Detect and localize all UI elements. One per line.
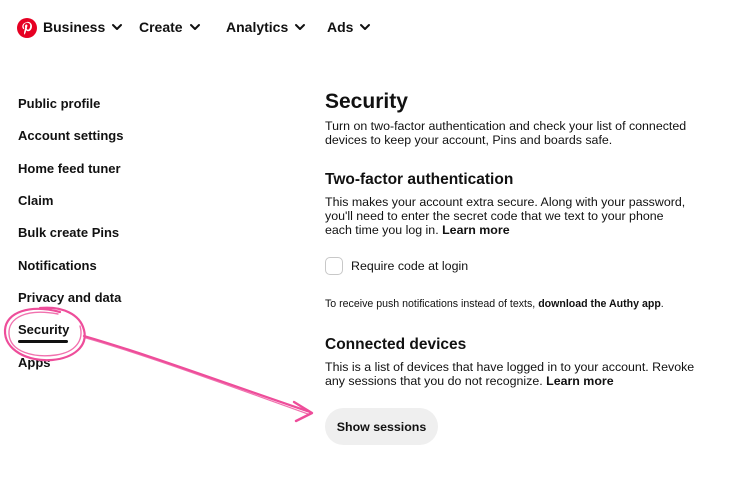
nav-ads[interactable]: Ads bbox=[327, 19, 371, 35]
chevron-down-icon bbox=[295, 24, 306, 30]
require-code-row[interactable]: Require code at login bbox=[325, 257, 468, 275]
sidebar-item-account-settings[interactable]: Account settings bbox=[18, 128, 123, 143]
security-intro: Turn on two-factor authentication and ch… bbox=[325, 119, 686, 147]
devices-line: any sessions that you do not recognize. bbox=[325, 374, 543, 388]
sidebar-item-claim[interactable]: Claim bbox=[18, 193, 53, 208]
sidebar-item-privacy-and-data[interactable]: Privacy and data bbox=[18, 290, 121, 305]
nav-analytics[interactable]: Analytics bbox=[226, 19, 306, 35]
two-factor-line: This makes your account extra secure. Al… bbox=[325, 195, 686, 209]
two-factor-line: you'll need to enter the secret code tha… bbox=[325, 209, 664, 223]
devices-line: This is a list of devices that have logg… bbox=[325, 360, 695, 374]
nav-create-label: Create bbox=[139, 19, 183, 35]
intro-line: Turn on two-factor authentication and ch… bbox=[325, 119, 687, 133]
nav-analytics-label: Analytics bbox=[226, 19, 289, 35]
chevron-down-icon bbox=[360, 24, 371, 30]
two-factor-learn-more-link[interactable]: Learn more bbox=[442, 223, 509, 237]
annotation-arrowhead bbox=[292, 400, 314, 423]
authy-text: To receive push notifications instead of… bbox=[325, 298, 536, 310]
connected-devices-description: This is a list of devices that have logg… bbox=[325, 360, 694, 388]
nav-ads-label: Ads bbox=[327, 19, 354, 35]
intro-line: devices to keep your account, Pins and b… bbox=[325, 133, 613, 147]
chevron-down-icon bbox=[189, 24, 200, 30]
two-factor-description: This makes your account extra secure. Al… bbox=[325, 195, 685, 237]
authy-end: . bbox=[660, 298, 664, 310]
sidebar-item-public-profile[interactable]: Public profile bbox=[18, 96, 100, 111]
devices-learn-more-link[interactable]: Learn more bbox=[546, 374, 613, 388]
annotation-arrow-line bbox=[82, 334, 312, 414]
require-code-label: Require code at login bbox=[351, 259, 469, 273]
chevron-down-icon bbox=[112, 24, 123, 30]
two-factor-heading: Two-factor authentication bbox=[325, 171, 514, 188]
require-code-checkbox[interactable] bbox=[325, 257, 343, 275]
two-factor-line: each time you log in. bbox=[325, 223, 439, 237]
connected-devices-heading: Connected devices bbox=[325, 336, 467, 353]
pinterest-logo-icon[interactable] bbox=[17, 18, 37, 38]
nav-create[interactable]: Create bbox=[139, 19, 201, 35]
active-tab-indicator bbox=[18, 340, 68, 343]
sidebar-item-home-feed-tuner[interactable]: Home feed tuner bbox=[18, 161, 121, 176]
sidebar-item-apps[interactable]: Apps bbox=[18, 355, 51, 370]
sidebar-item-bulk-create-pins[interactable]: Bulk create Pins bbox=[18, 225, 119, 240]
page-title: Security bbox=[325, 90, 408, 113]
sidebar-item-security[interactable]: Security bbox=[18, 322, 69, 337]
authy-note: To receive push notifications instead of… bbox=[325, 298, 664, 310]
authy-download-link[interactable]: download the Authy app bbox=[538, 298, 661, 310]
nav-business-label: Business bbox=[43, 19, 106, 35]
show-sessions-button[interactable]: Show sessions bbox=[325, 408, 438, 445]
sidebar-item-notifications[interactable]: Notifications bbox=[18, 258, 97, 273]
nav-business[interactable]: Business bbox=[43, 19, 123, 35]
